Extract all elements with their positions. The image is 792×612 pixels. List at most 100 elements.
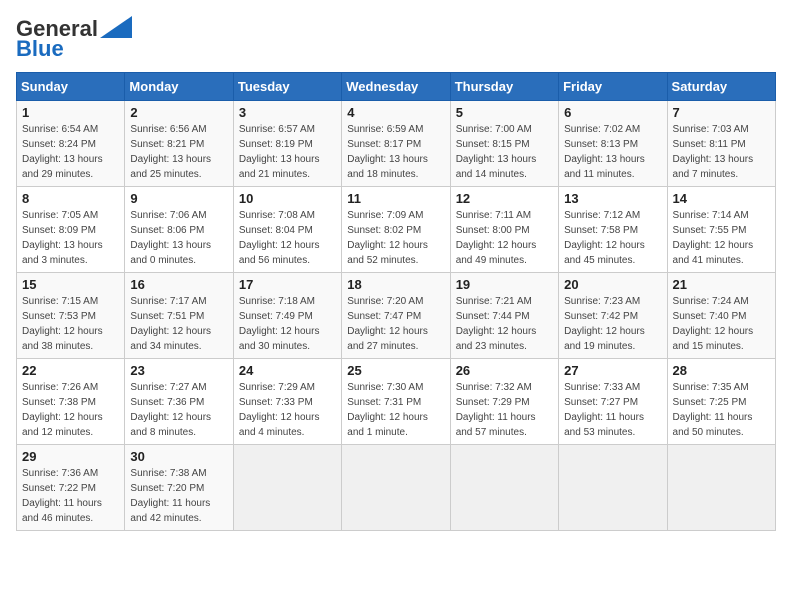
calendar-cell: 1 Sunrise: 6:54 AM Sunset: 8:24 PM Daylig…	[17, 101, 125, 187]
day-number: 20	[564, 277, 661, 292]
day-detail: Sunrise: 7:35 AM Sunset: 7:25 PM Dayligh…	[673, 380, 770, 440]
calendar-cell: 14 Sunrise: 7:14 AM Sunset: 7:55 PM Dayli…	[667, 187, 775, 273]
day-number: 24	[239, 363, 336, 378]
day-detail: Sunrise: 7:09 AM Sunset: 8:02 PM Dayligh…	[347, 208, 444, 268]
day-number: 14	[673, 191, 770, 206]
day-number: 10	[239, 191, 336, 206]
day-number: 13	[564, 191, 661, 206]
day-detail: Sunrise: 7:06 AM Sunset: 8:06 PM Dayligh…	[130, 208, 227, 268]
day-detail: Sunrise: 7:27 AM Sunset: 7:36 PM Dayligh…	[130, 380, 227, 440]
calendar-cell: 23 Sunrise: 7:27 AM Sunset: 7:36 PM Dayli…	[125, 359, 233, 445]
weekday-header: Monday	[125, 73, 233, 101]
calendar-cell: 18Sunrise: 7:20 AM Sunset: 7:47 PM Dayli…	[342, 273, 450, 359]
weekday-header: Thursday	[450, 73, 558, 101]
day-number: 28	[673, 363, 770, 378]
calendar-cell: 22 Sunrise: 7:26 AM Sunset: 7:38 PM Dayli…	[17, 359, 125, 445]
day-detail: Sunrise: 7:08 AM Sunset: 8:04 PM Dayligh…	[239, 208, 336, 268]
calendar-cell: 30 Sunrise: 7:38 AM Sunset: 7:20 PM Dayli…	[125, 445, 233, 531]
day-detail: Sunrise: 7:30 AM Sunset: 7:31 PM Dayligh…	[347, 380, 444, 440]
calendar-cell: 16Sunrise: 7:17 AM Sunset: 7:51 PM Dayli…	[125, 273, 233, 359]
calendar-cell: 6Sunrise: 7:02 AM Sunset: 8:13 PM Daylig…	[559, 101, 667, 187]
calendar-cell: 12Sunrise: 7:11 AM Sunset: 8:00 PM Dayli…	[450, 187, 558, 273]
calendar-cell: 13 Sunrise: 7:12 AM Sunset: 7:58 PM Dayli…	[559, 187, 667, 273]
weekday-header: Tuesday	[233, 73, 341, 101]
calendar-cell: 5 Sunrise: 7:00 AM Sunset: 8:15 PM Daylig…	[450, 101, 558, 187]
day-detail: Sunrise: 7:33 AM Sunset: 7:27 PM Dayligh…	[564, 380, 661, 440]
day-detail: Sunrise: 7:05 AM Sunset: 8:09 PM Dayligh…	[22, 208, 119, 268]
calendar-cell: 24 Sunrise: 7:29 AM Sunset: 7:33 PM Dayli…	[233, 359, 341, 445]
day-detail: Sunrise: 7:29 AM Sunset: 7:33 PM Dayligh…	[239, 380, 336, 440]
day-detail: Sunrise: 7:00 AM Sunset: 8:15 PM Dayligh…	[456, 122, 553, 182]
weekday-header: Friday	[559, 73, 667, 101]
day-number: 1	[22, 105, 119, 120]
calendar-body: 1 Sunrise: 6:54 AM Sunset: 8:24 PM Daylig…	[17, 101, 776, 531]
calendar-cell: 29 Sunrise: 7:36 AM Sunset: 7:22 PM Dayli…	[17, 445, 125, 531]
calendar-table: SundayMondayTuesdayWednesdayThursdayFrid…	[16, 72, 776, 531]
day-number: 30	[130, 449, 227, 464]
day-detail: Sunrise: 7:23 AM Sunset: 7:42 PM Dayligh…	[564, 294, 661, 354]
calendar-week-row: 15Sunrise: 7:15 AM Sunset: 7:53 PM Dayli…	[17, 273, 776, 359]
calendar-cell	[342, 445, 450, 531]
day-number: 5	[456, 105, 553, 120]
day-number: 29	[22, 449, 119, 464]
weekday-header: Sunday	[17, 73, 125, 101]
day-number: 11	[347, 191, 444, 206]
day-detail: Sunrise: 7:03 AM Sunset: 8:11 PM Dayligh…	[673, 122, 770, 182]
weekday-header: Saturday	[667, 73, 775, 101]
day-number: 2	[130, 105, 227, 120]
day-number: 21	[673, 277, 770, 292]
logo-blue-text: Blue	[16, 36, 64, 62]
calendar-week-row: 8Sunrise: 7:05 AM Sunset: 8:09 PM Daylig…	[17, 187, 776, 273]
day-detail: Sunrise: 7:26 AM Sunset: 7:38 PM Dayligh…	[22, 380, 119, 440]
day-detail: Sunrise: 7:11 AM Sunset: 8:00 PM Dayligh…	[456, 208, 553, 268]
calendar-cell: 26Sunrise: 7:32 AM Sunset: 7:29 PM Dayli…	[450, 359, 558, 445]
calendar-cell: 28 Sunrise: 7:35 AM Sunset: 7:25 PM Dayli…	[667, 359, 775, 445]
day-number: 26	[456, 363, 553, 378]
day-detail: Sunrise: 7:20 AM Sunset: 7:47 PM Dayligh…	[347, 294, 444, 354]
calendar-cell: 21 Sunrise: 7:24 AM Sunset: 7:40 PM Dayli…	[667, 273, 775, 359]
day-detail: Sunrise: 7:12 AM Sunset: 7:58 PM Dayligh…	[564, 208, 661, 268]
day-number: 4	[347, 105, 444, 120]
day-detail: Sunrise: 7:15 AM Sunset: 7:53 PM Dayligh…	[22, 294, 119, 354]
calendar-cell: 17 Sunrise: 7:18 AM Sunset: 7:49 PM Dayli…	[233, 273, 341, 359]
logo: General Blue	[16, 16, 132, 62]
calendar-week-row: 22 Sunrise: 7:26 AM Sunset: 7:38 PM Dayli…	[17, 359, 776, 445]
day-number: 25	[347, 363, 444, 378]
calendar-cell: 9 Sunrise: 7:06 AM Sunset: 8:06 PM Daylig…	[125, 187, 233, 273]
day-number: 9	[130, 191, 227, 206]
day-number: 3	[239, 105, 336, 120]
day-number: 6	[564, 105, 661, 120]
calendar-cell	[233, 445, 341, 531]
day-number: 22	[22, 363, 119, 378]
calendar-cell: 2 Sunrise: 6:56 AM Sunset: 8:21 PM Daylig…	[125, 101, 233, 187]
day-detail: Sunrise: 6:54 AM Sunset: 8:24 PM Dayligh…	[22, 122, 119, 182]
calendar-cell	[450, 445, 558, 531]
day-number: 23	[130, 363, 227, 378]
day-detail: Sunrise: 7:36 AM Sunset: 7:22 PM Dayligh…	[22, 466, 119, 526]
day-number: 17	[239, 277, 336, 292]
logo-icon	[100, 16, 132, 38]
calendar-cell: 25 Sunrise: 7:30 AM Sunset: 7:31 PM Dayli…	[342, 359, 450, 445]
page-header: General Blue	[16, 16, 776, 62]
calendar-cell: 7Sunrise: 7:03 AM Sunset: 8:11 PM Daylig…	[667, 101, 775, 187]
calendar-week-row: 1 Sunrise: 6:54 AM Sunset: 8:24 PM Daylig…	[17, 101, 776, 187]
day-detail: Sunrise: 6:56 AM Sunset: 8:21 PM Dayligh…	[130, 122, 227, 182]
day-detail: Sunrise: 6:59 AM Sunset: 8:17 PM Dayligh…	[347, 122, 444, 182]
calendar-cell: 10 Sunrise: 7:08 AM Sunset: 8:04 PM Dayli…	[233, 187, 341, 273]
calendar-week-row: 29 Sunrise: 7:36 AM Sunset: 7:22 PM Dayli…	[17, 445, 776, 531]
calendar-cell: 4 Sunrise: 6:59 AM Sunset: 8:17 PM Daylig…	[342, 101, 450, 187]
calendar-header: SundayMondayTuesdayWednesdayThursdayFrid…	[17, 73, 776, 101]
calendar-cell: 8Sunrise: 7:05 AM Sunset: 8:09 PM Daylig…	[17, 187, 125, 273]
weekday-row: SundayMondayTuesdayWednesdayThursdayFrid…	[17, 73, 776, 101]
day-detail: Sunrise: 7:21 AM Sunset: 7:44 PM Dayligh…	[456, 294, 553, 354]
calendar-cell: 11 Sunrise: 7:09 AM Sunset: 8:02 PM Dayli…	[342, 187, 450, 273]
day-detail: Sunrise: 7:14 AM Sunset: 7:55 PM Dayligh…	[673, 208, 770, 268]
calendar-cell: 3 Sunrise: 6:57 AM Sunset: 8:19 PM Daylig…	[233, 101, 341, 187]
day-detail: Sunrise: 7:24 AM Sunset: 7:40 PM Dayligh…	[673, 294, 770, 354]
calendar-cell: 27Sunrise: 7:33 AM Sunset: 7:27 PM Dayli…	[559, 359, 667, 445]
day-detail: Sunrise: 6:57 AM Sunset: 8:19 PM Dayligh…	[239, 122, 336, 182]
day-detail: Sunrise: 7:38 AM Sunset: 7:20 PM Dayligh…	[130, 466, 227, 526]
day-detail: Sunrise: 7:18 AM Sunset: 7:49 PM Dayligh…	[239, 294, 336, 354]
calendar-cell	[667, 445, 775, 531]
weekday-header: Wednesday	[342, 73, 450, 101]
